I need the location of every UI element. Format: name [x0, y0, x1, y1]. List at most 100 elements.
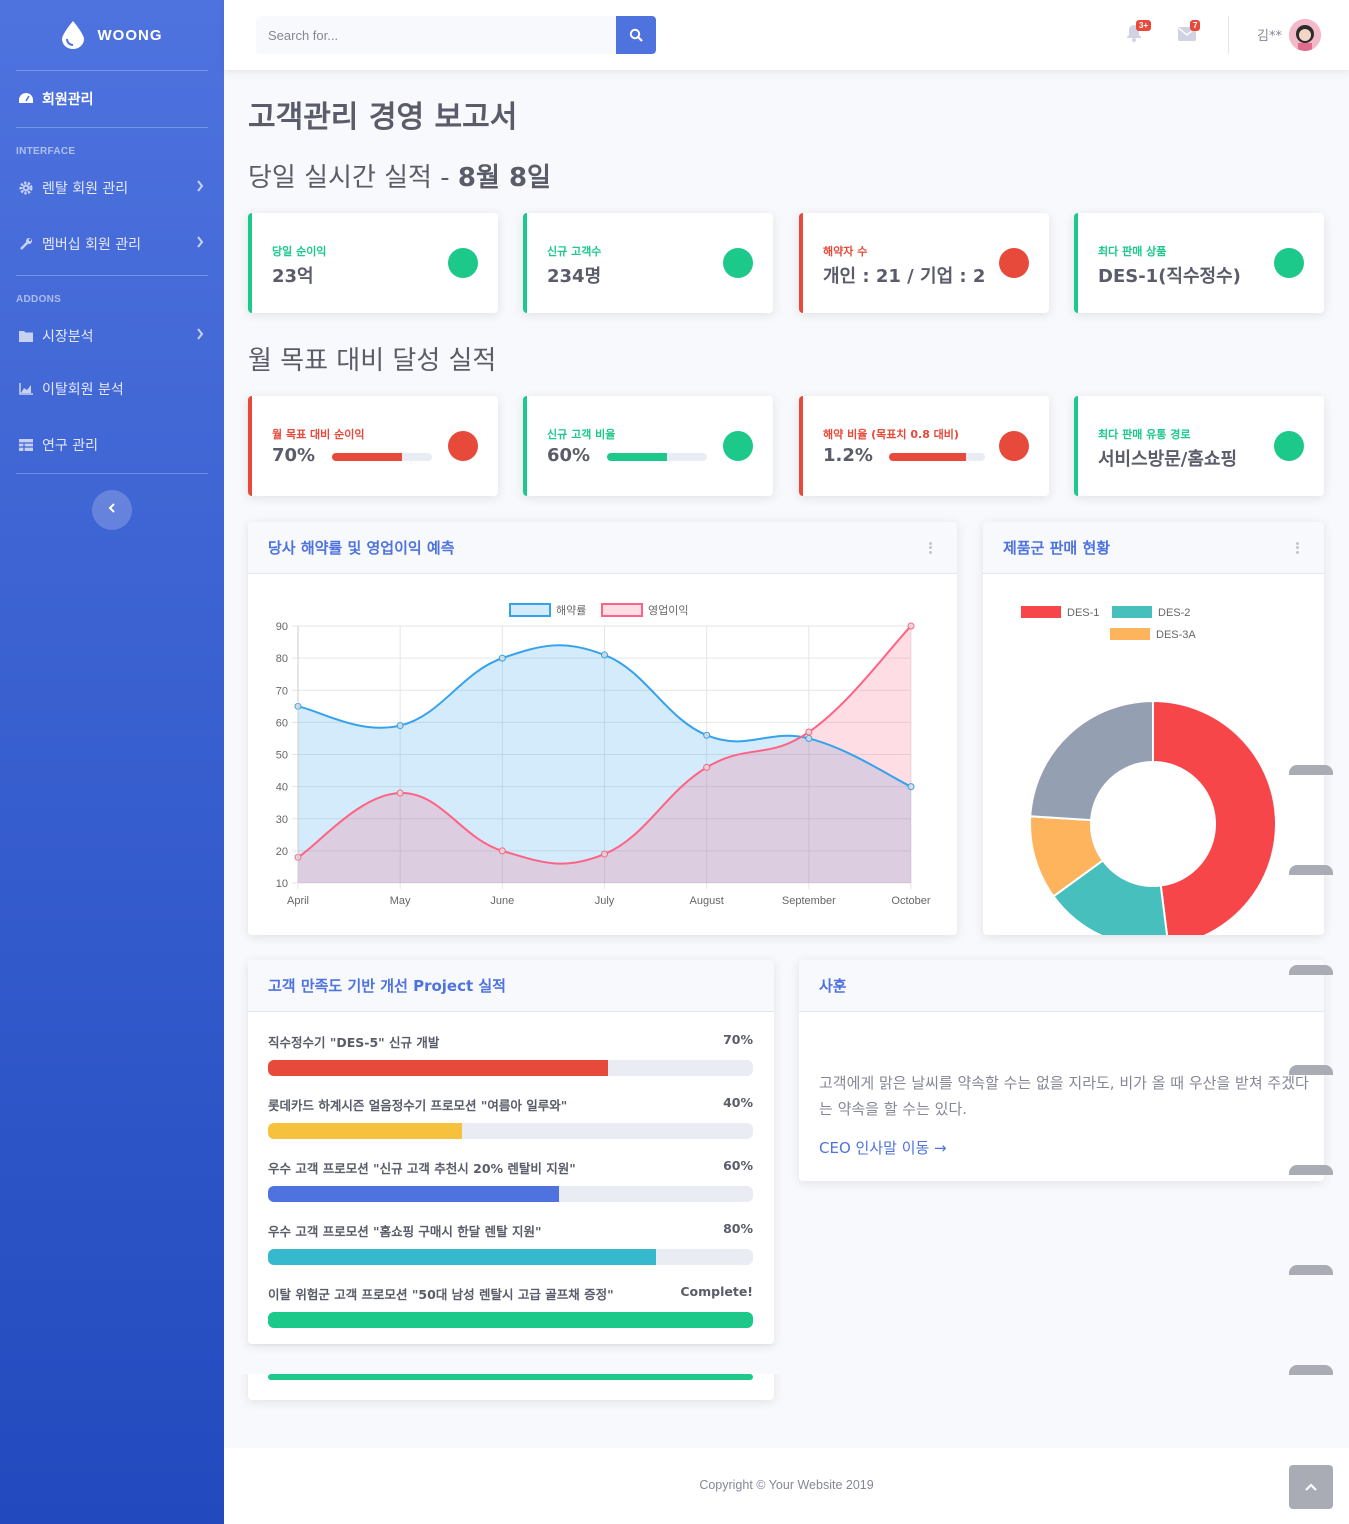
card-label: 당일 순이익: [272, 245, 327, 258]
sidebar-toggle-button[interactable]: [92, 490, 132, 530]
legend-swatch: [1112, 606, 1152, 618]
card-value: 60%: [547, 445, 591, 466]
sidebar-item-research[interactable]: 연구 관리: [0, 417, 224, 473]
legend-label: 해약률: [556, 603, 586, 617]
legend-label: 영업이익: [648, 604, 688, 617]
scroll-tab[interactable]: [1289, 965, 1333, 975]
progress-bar: [268, 1123, 753, 1139]
legend-label: DES-2: [1158, 607, 1190, 619]
project-item: 직수정수기 "DES-5" 신규 개발 70%: [268, 1032, 753, 1076]
scroll-tab[interactable]: [1289, 1265, 1333, 1275]
project-percent: Complete!: [680, 1284, 753, 1299]
scroll-tab[interactable]: [1289, 1065, 1333, 1075]
sidebar-item-label: 연구 관리: [42, 438, 98, 454]
project-percent: 60%: [723, 1158, 753, 1173]
donut-slice: [1029, 699, 1154, 822]
status-dot-icon: [999, 248, 1029, 278]
chevron-right-icon: [196, 236, 204, 252]
scroll-tab[interactable]: [1289, 1165, 1333, 1175]
monthly-card-top-channel: 최다 판매 유통 경로 서비스방문/홈쇼핑: [1074, 396, 1324, 496]
card-value: 서비스방문/홈쇼핑: [1098, 449, 1238, 470]
y-tick-label: 60: [276, 717, 288, 729]
daily-heading-text: 당일 실시간 실적 -: [248, 163, 458, 193]
daily-date: 8월 8일: [457, 163, 551, 193]
progress-fill: [268, 1249, 656, 1265]
card-label: 최다 판매 상품: [1098, 245, 1167, 258]
chevron-right-icon: [196, 328, 204, 344]
avatar[interactable]: [1289, 19, 1321, 51]
brand[interactable]: WOONG: [0, 0, 224, 70]
chevron-left-icon: [108, 502, 116, 518]
project-row: 우수 고객 프로모션 "신규 고객 추천시 20% 렌탈비 지원" 60%: [268, 1158, 753, 1177]
project-item: 우수 고객 프로모션 "홈쇼핑 구매시 한달 렌탈 지원" 80%: [268, 1221, 753, 1265]
progress-bar: [889, 453, 985, 461]
y-tick-label: 10: [276, 878, 288, 890]
sidebar-item-market-analysis[interactable]: 시장분석: [0, 311, 224, 361]
sidebar-item-dashboard[interactable]: 회원관리: [0, 71, 224, 127]
alerts-dropdown[interactable]: 3+: [1126, 20, 1152, 46]
messages-badge: 7: [1190, 20, 1201, 31]
y-tick-label: 50: [276, 750, 288, 762]
project-name: 직수정수기 "DES-5" 신규 개발: [268, 1035, 440, 1050]
status-dot-icon: [448, 431, 478, 461]
search-button[interactable]: [616, 16, 656, 54]
messages-dropdown[interactable]: 7: [1178, 20, 1201, 45]
scroll-tab[interactable]: [1289, 1365, 1333, 1375]
x-tick-label: May: [390, 895, 411, 907]
daily-heading: 당일 실시간 실적 - 8월 8일: [248, 157, 551, 194]
status-dot-icon: [448, 248, 478, 278]
project-item: 우수 고객 프로모션 "신규 고객 추천시 20% 렌탈비 지원" 60%: [268, 1158, 753, 1202]
project-row: 롯데카드 하계시즌 얼음정수기 프로모션 "여름아 일루와" 40%: [268, 1095, 753, 1114]
search-form: [256, 16, 656, 54]
data-point: [703, 763, 711, 771]
status-dot-icon: [1274, 431, 1304, 461]
scroll-to-top-button[interactable]: [1289, 1465, 1333, 1509]
sidebar-item-label: 렌탈 회원 관리: [42, 181, 129, 197]
progress-fill: [268, 1060, 608, 1076]
sidebar-heading-addons: ADDONS: [16, 294, 62, 305]
search-input[interactable]: [256, 16, 616, 54]
progress-fill: [332, 453, 402, 461]
sidebar-item-churn-analysis[interactable]: 이탈회원 분석: [0, 361, 224, 417]
data-point: [498, 847, 506, 855]
username[interactable]: 김**: [1257, 25, 1282, 44]
panel-title: 제품군 판매 현황: [1003, 539, 1111, 557]
status-dot-icon: [723, 248, 753, 278]
x-tick-label: August: [690, 895, 724, 907]
card-value: 1.2%: [823, 445, 873, 466]
area-chart-icon: [18, 381, 34, 397]
progress-bar: [332, 453, 432, 461]
progress-fill: [268, 1374, 753, 1380]
data-point: [601, 850, 608, 858]
sidebar-item-rental[interactable]: 렌탈 회원 관리: [0, 163, 224, 213]
ceo-message-link[interactable]: CEO 인사말 이동 →: [819, 1137, 947, 1158]
status-dot-icon: [999, 431, 1029, 461]
panel-title: 사훈: [819, 977, 847, 995]
panel-header: 당사 해약률 및 영업이익 예측: [248, 522, 957, 574]
table-icon: [18, 437, 34, 453]
panel-title: 당사 해약률 및 영업이익 예측: [268, 539, 455, 557]
legend-swatch: [601, 603, 643, 617]
progress-bar: [607, 453, 707, 461]
scroll-tab[interactable]: [1289, 765, 1333, 775]
project-name: 롯데카드 하계시즌 얼음정수기 프로모션 "여름아 일루와": [268, 1098, 568, 1113]
daily-card-profit: 당일 순이익 23억: [248, 213, 498, 313]
panel-header: 사훈: [799, 960, 1324, 1012]
progress-fill: [268, 1123, 462, 1139]
scroll-tab[interactable]: [1289, 865, 1333, 875]
y-tick-label: 40: [276, 782, 288, 794]
project-row: 우수 고객 프로모션 "홈쇼핑 구매시 한달 렌탈 지원" 80%: [268, 1221, 753, 1240]
sidebar-item-label: 멤버십 회원 관리: [42, 237, 142, 253]
x-tick-label: April: [287, 895, 309, 907]
data-point: [601, 651, 608, 659]
progress-fill: [268, 1312, 753, 1328]
card-value: 개인 : 21 / 기업 : 2: [823, 266, 986, 287]
x-tick-label: September: [782, 895, 836, 907]
card-label: 신규 고객수: [547, 245, 602, 258]
folder-icon: [18, 328, 34, 344]
more-options-icon[interactable]: [923, 541, 937, 555]
project-row: 이탈 위험군 고객 프로모션 "50대 남성 렌탈시 고급 골프채 증정" Com…: [268, 1284, 753, 1303]
sidebar-item-membership[interactable]: 멤버십 회원 관리: [0, 213, 224, 275]
more-options-icon[interactable]: [1290, 541, 1304, 555]
panel-header: 고객 만족도 기반 개선 Project 실적: [248, 960, 774, 1012]
